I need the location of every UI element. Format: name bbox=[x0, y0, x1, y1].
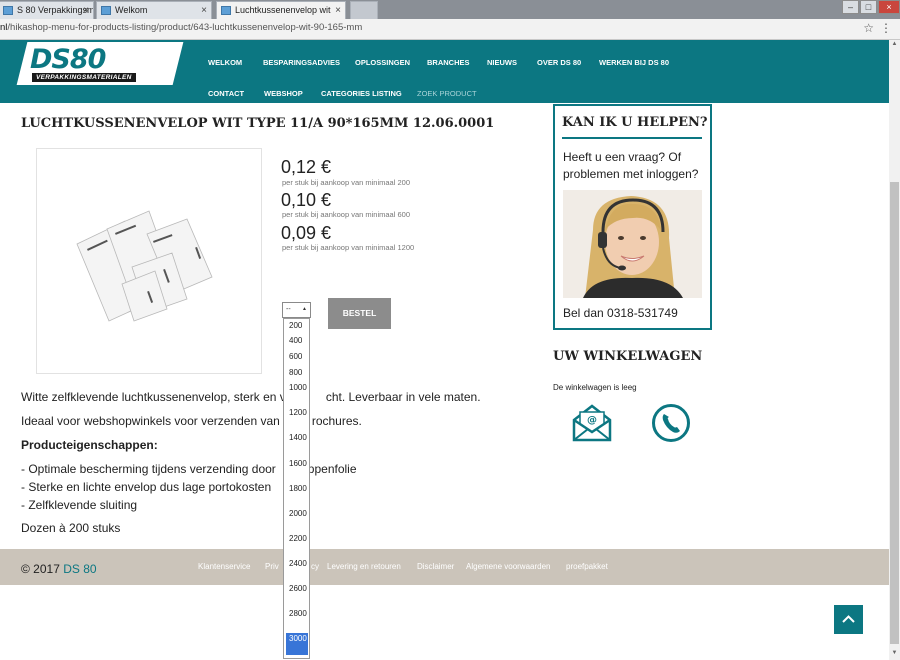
cart-title: UW WINKELWAGEN bbox=[553, 349, 703, 364]
properties-heading: Producteigenschappen: bbox=[21, 438, 158, 452]
price-tier-2-note: per stuk bij aankoop van minimaal 600 bbox=[282, 210, 410, 219]
nav-webshop[interactable]: WEBSHOP bbox=[264, 89, 303, 98]
footer-copyright: © 2017 DS 80 bbox=[21, 562, 97, 576]
scroll-down-arrow-icon[interactable]: ▼ bbox=[889, 650, 900, 656]
close-tab-icon[interactable]: × bbox=[201, 2, 207, 19]
browser-tab-ds80[interactable]: S 80 Verpakkingsmate × bbox=[0, 1, 94, 19]
footer-link-voorwaarden[interactable]: Algemene voorwaarden bbox=[466, 562, 551, 571]
close-tab-icon[interactable]: × bbox=[83, 2, 89, 19]
quantity-option-1800[interactable]: 1800 bbox=[286, 484, 308, 494]
dropdown-arrow-icon: ▲ bbox=[302, 306, 307, 312]
description-line-2: Ideaal voor webshopwinkels voor verzende… bbox=[21, 414, 362, 428]
quantity-option-2000[interactable]: 2000 bbox=[286, 509, 308, 519]
back-to-top-button[interactable] bbox=[834, 605, 863, 634]
quantity-option-2800[interactable]: 2800 bbox=[286, 609, 308, 619]
price-tier-1: 0,12 € bbox=[281, 157, 332, 177]
nav-welkom[interactable]: WELKOM bbox=[208, 58, 242, 67]
quantity-option-1400[interactable]: 1400 bbox=[286, 433, 308, 443]
help-divider bbox=[562, 137, 702, 139]
price-tier-1-note: per stuk bij aankoop van minimaal 200 bbox=[282, 178, 410, 187]
quantity-option-400[interactable]: 400 bbox=[286, 336, 308, 346]
product-image[interactable] bbox=[36, 148, 262, 374]
nav-over-ds80[interactable]: OVER DS 80 bbox=[537, 58, 581, 67]
quantity-option-2400[interactable]: 2400 bbox=[286, 559, 308, 569]
close-tab-icon[interactable]: × bbox=[335, 2, 341, 19]
footer-brand-link[interactable]: DS 80 bbox=[63, 562, 96, 576]
quantity-option-1200[interactable]: 1200 bbox=[286, 408, 308, 418]
phone-icon[interactable] bbox=[651, 403, 691, 443]
footer-link-privacy-start[interactable]: Priv bbox=[265, 562, 279, 571]
order-button[interactable]: BESTEL bbox=[328, 298, 391, 329]
browser-menu-icon[interactable]: ⋮ bbox=[880, 21, 892, 35]
window-controls: – □ × bbox=[841, 0, 900, 16]
quantity-option-1000[interactable]: 1000 bbox=[286, 383, 308, 393]
quantity-option-3000[interactable]: 3000 bbox=[286, 633, 308, 655]
bookmark-star-icon[interactable]: ☆ bbox=[863, 21, 874, 35]
nav-categories-listing[interactable]: CATEGORIES LISTING bbox=[321, 89, 402, 98]
quantity-selected-value: -- bbox=[286, 306, 291, 313]
packaging-info: Dozen à 200 stuks bbox=[21, 521, 121, 535]
price-tier-3-note: per stuk bij aankoop van minimaal 1200 bbox=[282, 243, 415, 252]
maximize-icon[interactable]: □ bbox=[860, 0, 877, 14]
svg-text:@: @ bbox=[587, 415, 597, 426]
site-favicon-icon bbox=[101, 6, 111, 15]
footer-link-klantenservice[interactable]: Klantenservice bbox=[198, 562, 250, 571]
quantity-option-200[interactable]: 200 bbox=[286, 321, 308, 331]
site-favicon-icon bbox=[3, 6, 13, 15]
url-text[interactable]: nl/hikashop-menu-for-products-listing/pr… bbox=[0, 22, 362, 33]
new-tab-button[interactable] bbox=[350, 1, 378, 19]
description-line-1: Witte zelfklevende luchtkussenenvelop, s… bbox=[21, 390, 481, 404]
logo-brand: DS80 bbox=[30, 44, 106, 75]
browser-tab-label: Welkom bbox=[115, 5, 148, 15]
scrollbar-thumb[interactable] bbox=[890, 182, 899, 644]
logo-tagline: VERPAKKINGSMATERIALEN bbox=[32, 73, 136, 82]
footer-link-levering[interactable]: Levering en retouren bbox=[327, 562, 401, 571]
browser-tab-product[interactable]: Luchtkussenenvelop wit × bbox=[216, 1, 346, 19]
chevron-up-icon bbox=[842, 615, 855, 623]
browser-tab-welkom[interactable]: Welkom × bbox=[96, 1, 212, 19]
property-bullet-2: - Sterke en lichte envelop dus lage port… bbox=[21, 480, 272, 494]
minimize-icon[interactable]: – bbox=[842, 0, 859, 14]
quantity-option-800[interactable]: 800 bbox=[286, 368, 308, 378]
nav-nieuws[interactable]: NIEUWS bbox=[487, 58, 517, 67]
quantity-option-2200[interactable]: 2200 bbox=[286, 534, 308, 544]
address-bar[interactable]: nl/hikashop-menu-for-products-listing/pr… bbox=[0, 19, 900, 40]
browser-tab-bar: S 80 Verpakkingsmate × Welkom × Luchtkus… bbox=[0, 0, 900, 19]
quantity-option-2600[interactable]: 2600 bbox=[286, 584, 308, 594]
help-text: Heeft u een vraag? Of problemen met inlo… bbox=[563, 150, 699, 181]
quantity-dropdown-list[interactable]: 200 400 600 800 1000 1200 1400 1600 1800… bbox=[283, 318, 310, 659]
nav-besparingsadvies[interactable]: BESPARINGSADVIES bbox=[263, 58, 340, 67]
product-title: LUCHTKUSSENENVELOP WIT TYPE 11/A 90*165M… bbox=[21, 116, 495, 131]
nav-oplossingen[interactable]: OPLOSSINGEN bbox=[355, 58, 410, 67]
email-icon[interactable]: @ bbox=[572, 404, 612, 442]
footer-link-proefpakket[interactable]: proefpakket bbox=[566, 562, 608, 571]
quantity-option-1600[interactable]: 1600 bbox=[286, 459, 308, 469]
footer-link-privacy-end[interactable]: cy bbox=[311, 562, 319, 571]
quantity-option-600[interactable]: 600 bbox=[286, 352, 308, 362]
cart-empty-message: De winkelwagen is leeg bbox=[553, 383, 637, 392]
nav-branches[interactable]: BRANCHES bbox=[427, 58, 470, 67]
price-tier-3: 0,09 € bbox=[281, 223, 332, 243]
quantity-select[interactable]: -- ▲ bbox=[282, 302, 311, 318]
window-close-icon[interactable]: × bbox=[878, 0, 900, 14]
footer-link-disclaimer[interactable]: Disclaimer bbox=[417, 562, 454, 571]
scroll-up-arrow-icon[interactable]: ▲ bbox=[889, 41, 900, 47]
browser-tab-label: Luchtkussenenvelop wit bbox=[235, 5, 331, 15]
support-agent-image bbox=[563, 190, 702, 298]
site-favicon-icon bbox=[221, 6, 231, 15]
help-title: KAN IK U HELPEN? bbox=[562, 115, 708, 130]
help-phone: Bel dan 0318-531749 bbox=[563, 306, 678, 320]
nav-contact[interactable]: CONTACT bbox=[208, 89, 244, 98]
ds80-logo[interactable]: DS80 VERPAKKINGSMATERIALEN bbox=[30, 44, 170, 84]
nav-werken-bij-ds80[interactable]: WERKEN BIJ DS 80 bbox=[599, 58, 669, 67]
nav-zoek-product[interactable]: ZOEK PRODUCT bbox=[417, 89, 477, 98]
property-bullet-3: - Zelfklevende sluiting bbox=[21, 498, 138, 512]
price-tier-2: 0,10 € bbox=[281, 190, 332, 210]
